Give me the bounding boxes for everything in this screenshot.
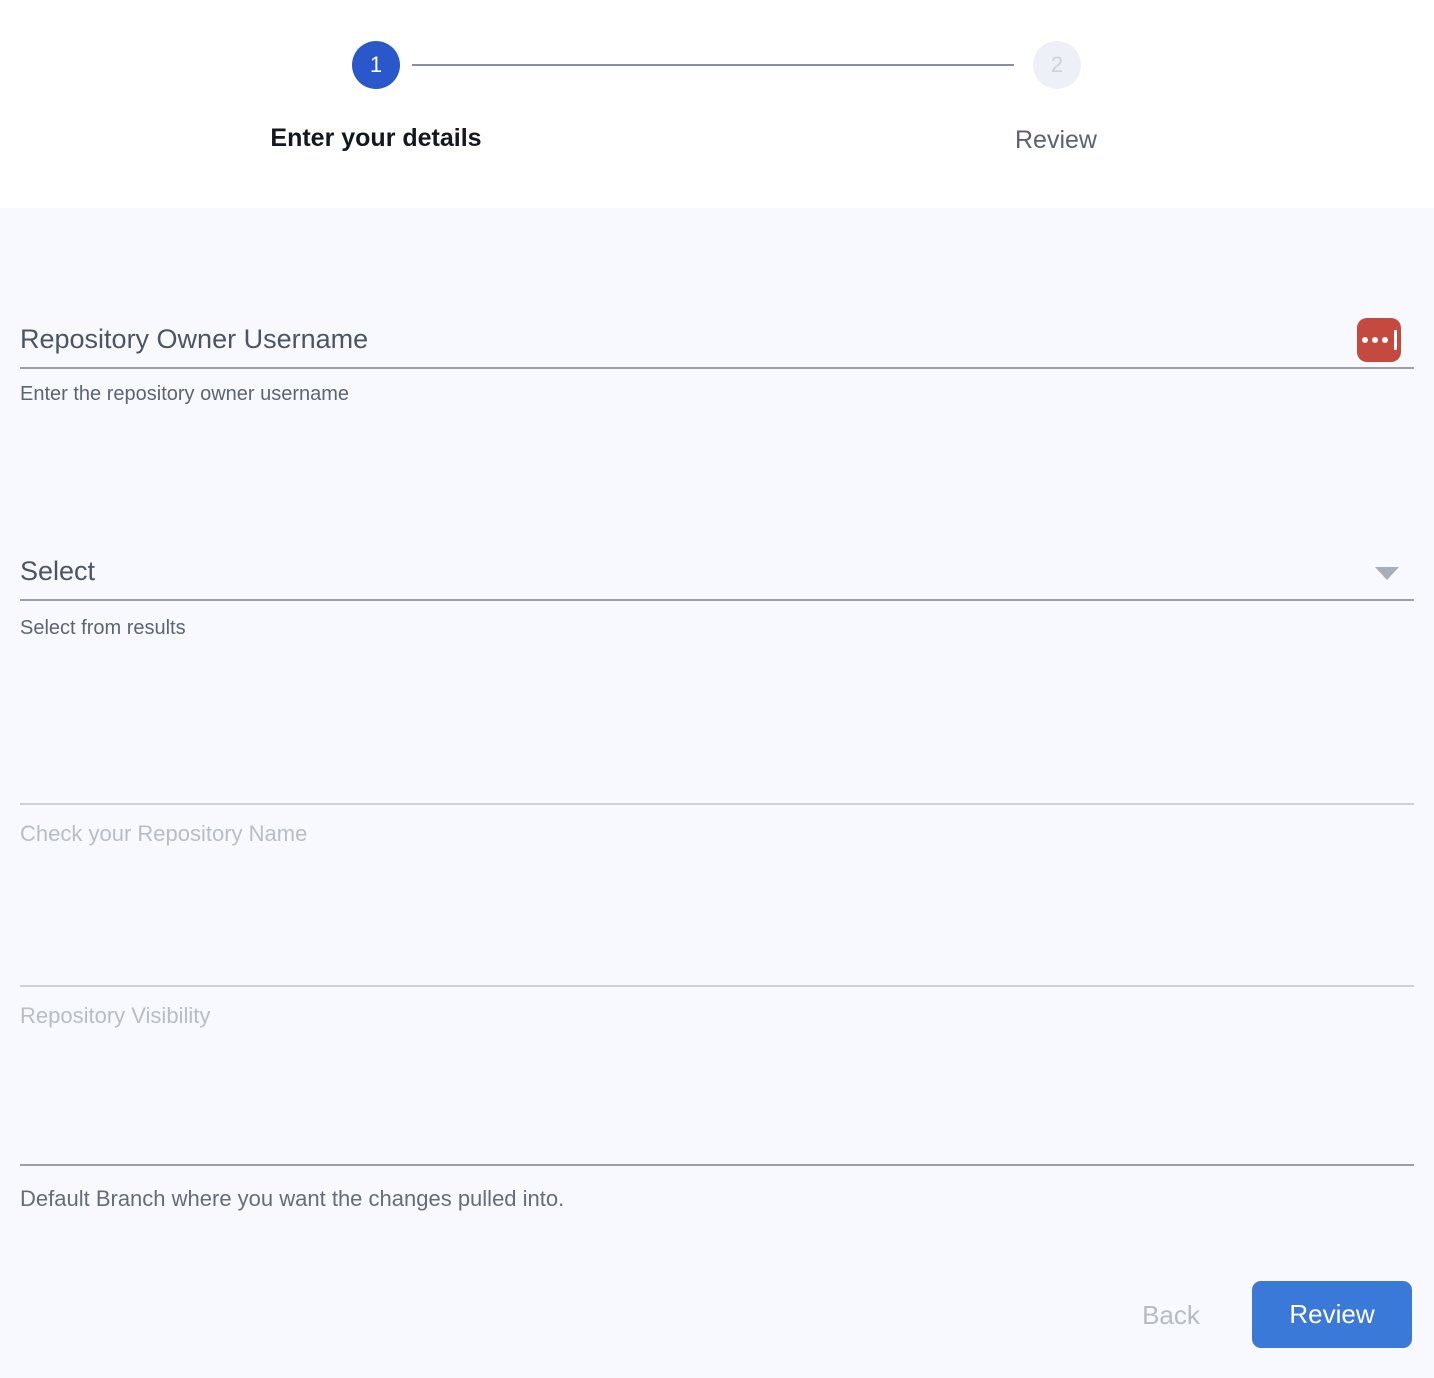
autofill-icon-bar xyxy=(1394,330,1397,350)
repository-visibility-input[interactable] xyxy=(20,937,1414,983)
review-button[interactable]: Review xyxy=(1252,1281,1412,1348)
repository-select-helper: Select from results xyxy=(20,617,186,640)
stepper-connector-line xyxy=(412,64,1014,66)
step-1-number: 1 xyxy=(370,54,382,76)
autofill-icon-dot xyxy=(1372,337,1378,343)
repository-name-input[interactable] xyxy=(20,755,1414,801)
repository-name-underline xyxy=(20,803,1414,805)
chevron-down-icon[interactable] xyxy=(1375,567,1399,580)
step-2-indicator: 2 xyxy=(1033,41,1081,89)
repository-visibility-helper: Repository Visibility xyxy=(20,1003,210,1029)
step-1-label: Enter your details xyxy=(126,124,626,153)
repository-owner-username-underline xyxy=(20,367,1414,369)
step-2-number: 2 xyxy=(1051,54,1063,76)
password-manager-autofill-icon[interactable] xyxy=(1357,318,1401,362)
default-branch-helper: Default Branch where you want the change… xyxy=(20,1186,564,1212)
default-branch-underline xyxy=(20,1164,1414,1166)
step-1-indicator: 1 xyxy=(352,41,400,89)
autofill-icon-dot xyxy=(1362,337,1368,343)
repository-owner-username-helper: Enter the repository owner username xyxy=(20,383,349,406)
autofill-icon-dot xyxy=(1382,337,1388,343)
repository-details-wizard: 1 2 Enter your details Review Repository… xyxy=(0,0,1434,1378)
repository-owner-username-input[interactable]: Repository Owner Username xyxy=(20,324,368,355)
repository-visibility-underline xyxy=(20,985,1414,987)
stepper: 1 2 Enter your details Review xyxy=(0,0,1434,208)
repository-select-underline xyxy=(20,599,1414,601)
repository-select-dropdown[interactable]: Select xyxy=(20,556,95,587)
repository-name-helper: Check your Repository Name xyxy=(20,821,307,847)
default-branch-input[interactable] xyxy=(20,1116,1414,1162)
back-button[interactable]: Back xyxy=(1096,1287,1246,1343)
form-panel: Repository Owner Username Enter the repo… xyxy=(0,208,1434,1378)
step-2-label: Review xyxy=(806,126,1306,155)
